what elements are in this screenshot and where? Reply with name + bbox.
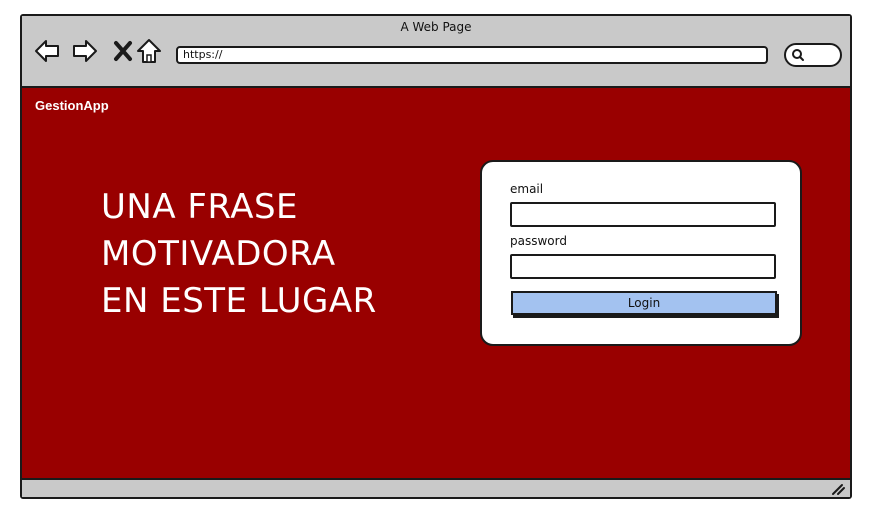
url-text: https:// xyxy=(183,48,223,61)
slogan-line: MOTIVADORA xyxy=(101,234,336,274)
password-field[interactable] xyxy=(510,254,776,279)
email-label: email xyxy=(510,182,544,196)
forward-icon[interactable] xyxy=(72,38,98,64)
back-icon[interactable] xyxy=(34,38,60,64)
email-field[interactable] xyxy=(510,202,776,227)
slogan-line: EN ESTE LUGAR xyxy=(101,281,377,321)
slogan: UNA FRASE MOTIVADORA EN ESTE LUGAR xyxy=(101,184,377,325)
url-bar[interactable]: https:// xyxy=(176,46,768,64)
slogan-line: UNA FRASE xyxy=(101,187,299,227)
login-button[interactable]: Login xyxy=(511,291,777,315)
password-label: password xyxy=(510,234,567,248)
search-icon xyxy=(792,49,804,61)
status-bar xyxy=(22,478,850,497)
brand-logo[interactable]: GestionApp xyxy=(35,98,109,113)
page-content: GestionApp UNA FRASE MOTIVADORA EN ESTE … xyxy=(22,88,850,482)
search-button[interactable] xyxy=(784,43,842,67)
home-icon[interactable] xyxy=(136,38,162,64)
browser-window: A Web Page https:// GestionApp UNA FRASE xyxy=(20,14,852,499)
window-title: A Web Page xyxy=(400,20,472,34)
login-card: email password Login xyxy=(480,160,802,346)
browser-toolbar: A Web Page https:// xyxy=(22,16,850,88)
resize-grip-icon[interactable] xyxy=(830,482,846,496)
close-icon[interactable] xyxy=(110,38,136,64)
